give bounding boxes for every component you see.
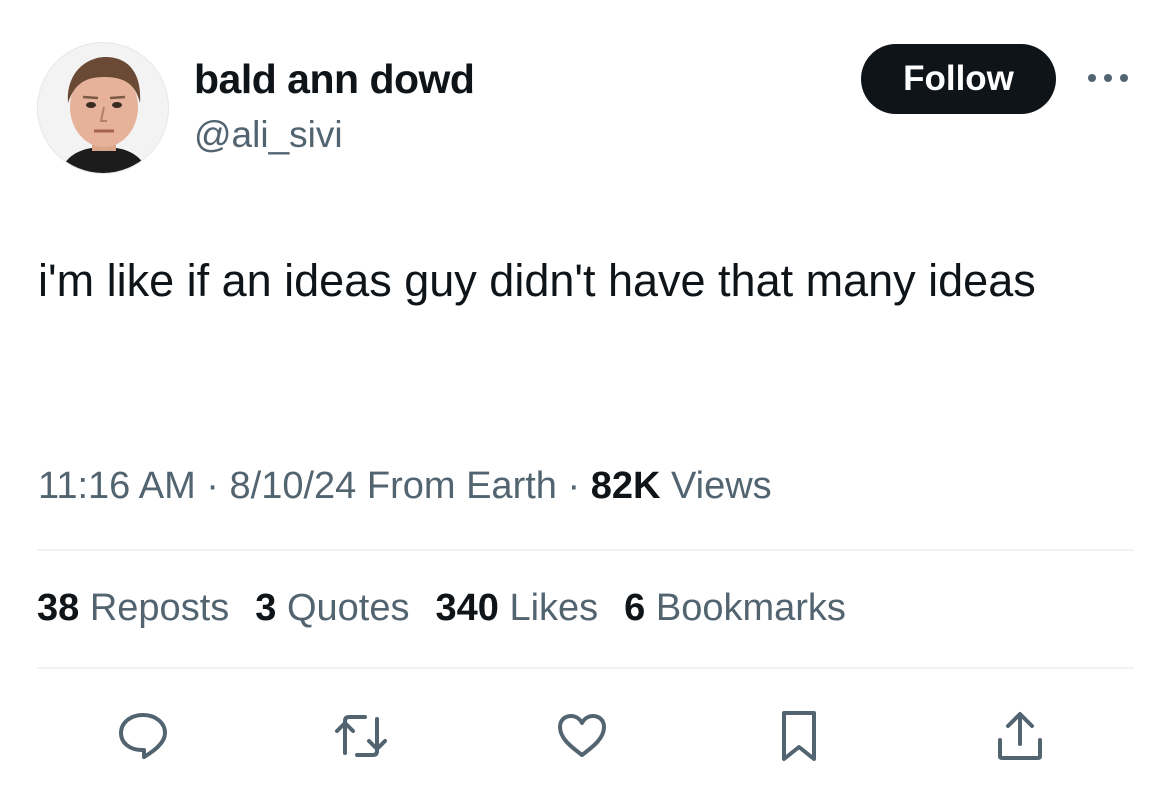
reposts-label: Reposts [89,587,230,629]
bookmarks-label: Bookmarks [655,587,846,629]
reply-button[interactable] [115,708,171,764]
avatar[interactable] [37,42,169,174]
tweet-source: From Earth [366,465,557,507]
repost-icon [335,715,387,757]
user-handle[interactable]: @ali_sivi [194,114,343,156]
reposts-count: 38 [37,587,80,629]
tweet-time[interactable]: 11:16 AM [38,465,196,507]
bookmarks-stat[interactable]: 6 Bookmarks [624,587,846,630]
views-count: 82K [590,465,661,507]
tweet-meta: 11:16 AM · 8/10/24 From Earth · 82K View… [38,465,772,508]
likes-stat[interactable]: 340 Likes [435,587,598,630]
divider [37,549,1134,551]
tweet-text: i'm like if an ideas guy didn't have tha… [38,255,1036,306]
share-button[interactable] [992,708,1048,764]
divider [37,667,1134,669]
tweet-card: bald ann dowd @ali_sivi Follow i'm like … [0,0,1170,795]
bookmark-icon [782,711,816,761]
like-icon [558,714,606,757]
quotes-stat[interactable]: 3 Quotes [255,587,409,630]
display-name[interactable]: bald ann dowd [194,56,475,103]
repost-button[interactable] [333,708,389,764]
bookmarks-count: 6 [624,587,646,629]
like-button[interactable] [554,708,610,764]
more-options-button[interactable] [1084,64,1132,92]
follow-button[interactable]: Follow [861,44,1056,114]
meta-separator: · [206,465,219,507]
meta-separator: · [567,465,581,507]
engagement-stats: 38 Reposts 3 Quotes 340 Likes 6 Bookmark… [37,587,872,630]
quotes-label: Quotes [286,587,410,629]
likes-count: 340 [435,587,499,629]
tweet-date[interactable]: 8/10/24 [230,465,357,507]
more-dots-icon [1088,74,1128,82]
likes-label: Likes [509,587,599,629]
bookmark-button[interactable] [771,708,827,764]
views-label: Views [670,465,772,507]
profile-photo-icon [38,43,168,173]
share-icon [998,712,1042,760]
reply-icon [119,713,167,759]
reposts-stat[interactable]: 38 Reposts [37,587,229,630]
quotes-count: 3 [255,587,277,629]
